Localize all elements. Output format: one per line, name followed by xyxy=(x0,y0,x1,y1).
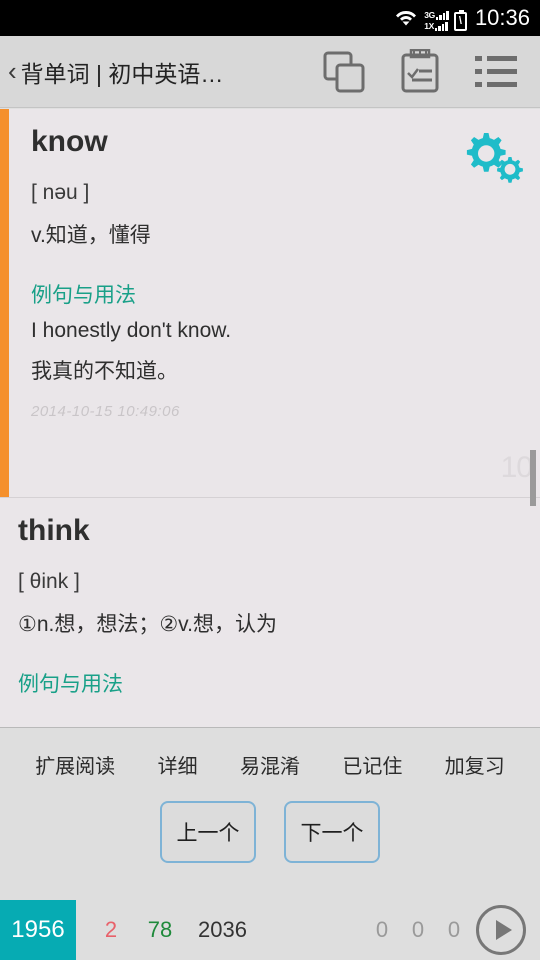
word-card-scroll-area[interactable]: know [ nəu ] v.知道，懂得 例句与用法 I honestly do… xyxy=(0,109,540,727)
action-menu-row: 扩展阅读 详细 易混淆 已记住 加复习 xyxy=(0,728,540,779)
example-sentence-chinese: 我真的不知道。 xyxy=(31,360,178,383)
next-word-button[interactable]: 下一个 xyxy=(284,801,380,863)
counter-group: 2 78 2036 xyxy=(76,917,266,943)
word-headword: know xyxy=(31,125,108,158)
previous-word-button[interactable]: 上一个 xyxy=(160,801,256,863)
title-bar-actions xyxy=(320,48,540,96)
wifi-icon xyxy=(393,6,419,31)
play-triangle xyxy=(495,920,512,940)
status-bar-clock: 10:36 xyxy=(474,5,530,30)
menu-item-extended-reading[interactable]: 扩展阅读 xyxy=(35,750,115,779)
page-title: 背单词 | 初中英语… xyxy=(20,60,224,87)
zero-counters: 0 0 0 xyxy=(364,917,472,943)
gears-icon[interactable] xyxy=(462,131,524,188)
word-headword: think xyxy=(18,514,90,547)
back-chevron-icon[interactable]: ‹ xyxy=(0,56,21,87)
zero-counter-1: 0 xyxy=(375,917,389,942)
word-phonetic: [ nəu ] xyxy=(31,181,90,204)
bottom-action-panel: 扩展阅读 详细 易混淆 已记住 加复习 上一个 下一个 xyxy=(0,727,540,900)
example-sentence-english: I honestly don't know. xyxy=(31,319,232,342)
menu-item-memorized[interactable]: 已记住 xyxy=(342,750,402,779)
menu-item-detail[interactable]: 详细 xyxy=(158,750,198,779)
signal-1x-row: 1X xyxy=(424,21,449,31)
word-meaning: v.知道，懂得 xyxy=(31,224,151,247)
copy-layers-icon[interactable] xyxy=(320,48,368,96)
card-index-watermark: 10 xyxy=(500,451,533,484)
bottom-status-bar: 1956 2 78 2036 0 0 0 xyxy=(0,900,540,960)
word-meaning: ①n.想，想法；②v.想，认为 xyxy=(18,613,277,636)
count-total: 2036 xyxy=(198,917,247,942)
example-section-heading: 例句与用法 xyxy=(31,284,136,307)
word-card-know[interactable]: know [ nəu ] v.知道，懂得 例句与用法 I honestly do… xyxy=(0,109,540,497)
clipboard-checklist-icon[interactable] xyxy=(396,48,444,96)
signal-3g-label: 3G xyxy=(424,9,435,20)
navigation-button-row: 上一个 下一个 xyxy=(0,801,540,863)
word-card-think[interactable]: think [ θink ] ①n.想，想法；②v.想，认为 例句与用法 xyxy=(0,498,540,708)
menu-item-confusable[interactable]: 易混淆 xyxy=(240,750,300,779)
battery-charging-icon: \ xyxy=(453,9,467,31)
app-title-bar: ‹ 背单词 | 初中英语… xyxy=(0,36,540,108)
play-circle-icon[interactable] xyxy=(476,905,526,955)
count-red: 2 xyxy=(104,917,118,942)
current-index-badge[interactable]: 1956 xyxy=(0,900,76,960)
cellular-signal-icons: 3G 1X xyxy=(424,10,449,31)
zero-counter-3: 0 xyxy=(447,917,461,942)
signal-3g-row: 3G xyxy=(424,10,449,20)
system-status-bar: 3G 1X \ 10:36 xyxy=(0,0,540,36)
record-timestamp: 2014-10-15 10:49:06 xyxy=(31,403,180,420)
list-menu-icon[interactable] xyxy=(472,48,520,96)
status-icons: 3G 1X \ xyxy=(393,6,467,31)
zero-counter-2: 0 xyxy=(411,917,425,942)
example-section-heading: 例句与用法 xyxy=(18,673,123,696)
signal-1x-label: 1X xyxy=(424,20,434,31)
count-green: 78 xyxy=(147,917,173,942)
menu-item-add-review[interactable]: 加复习 xyxy=(445,750,505,779)
word-phonetic: [ θink ] xyxy=(18,570,80,593)
vertical-scrollbar-thumb[interactable] xyxy=(530,450,536,506)
